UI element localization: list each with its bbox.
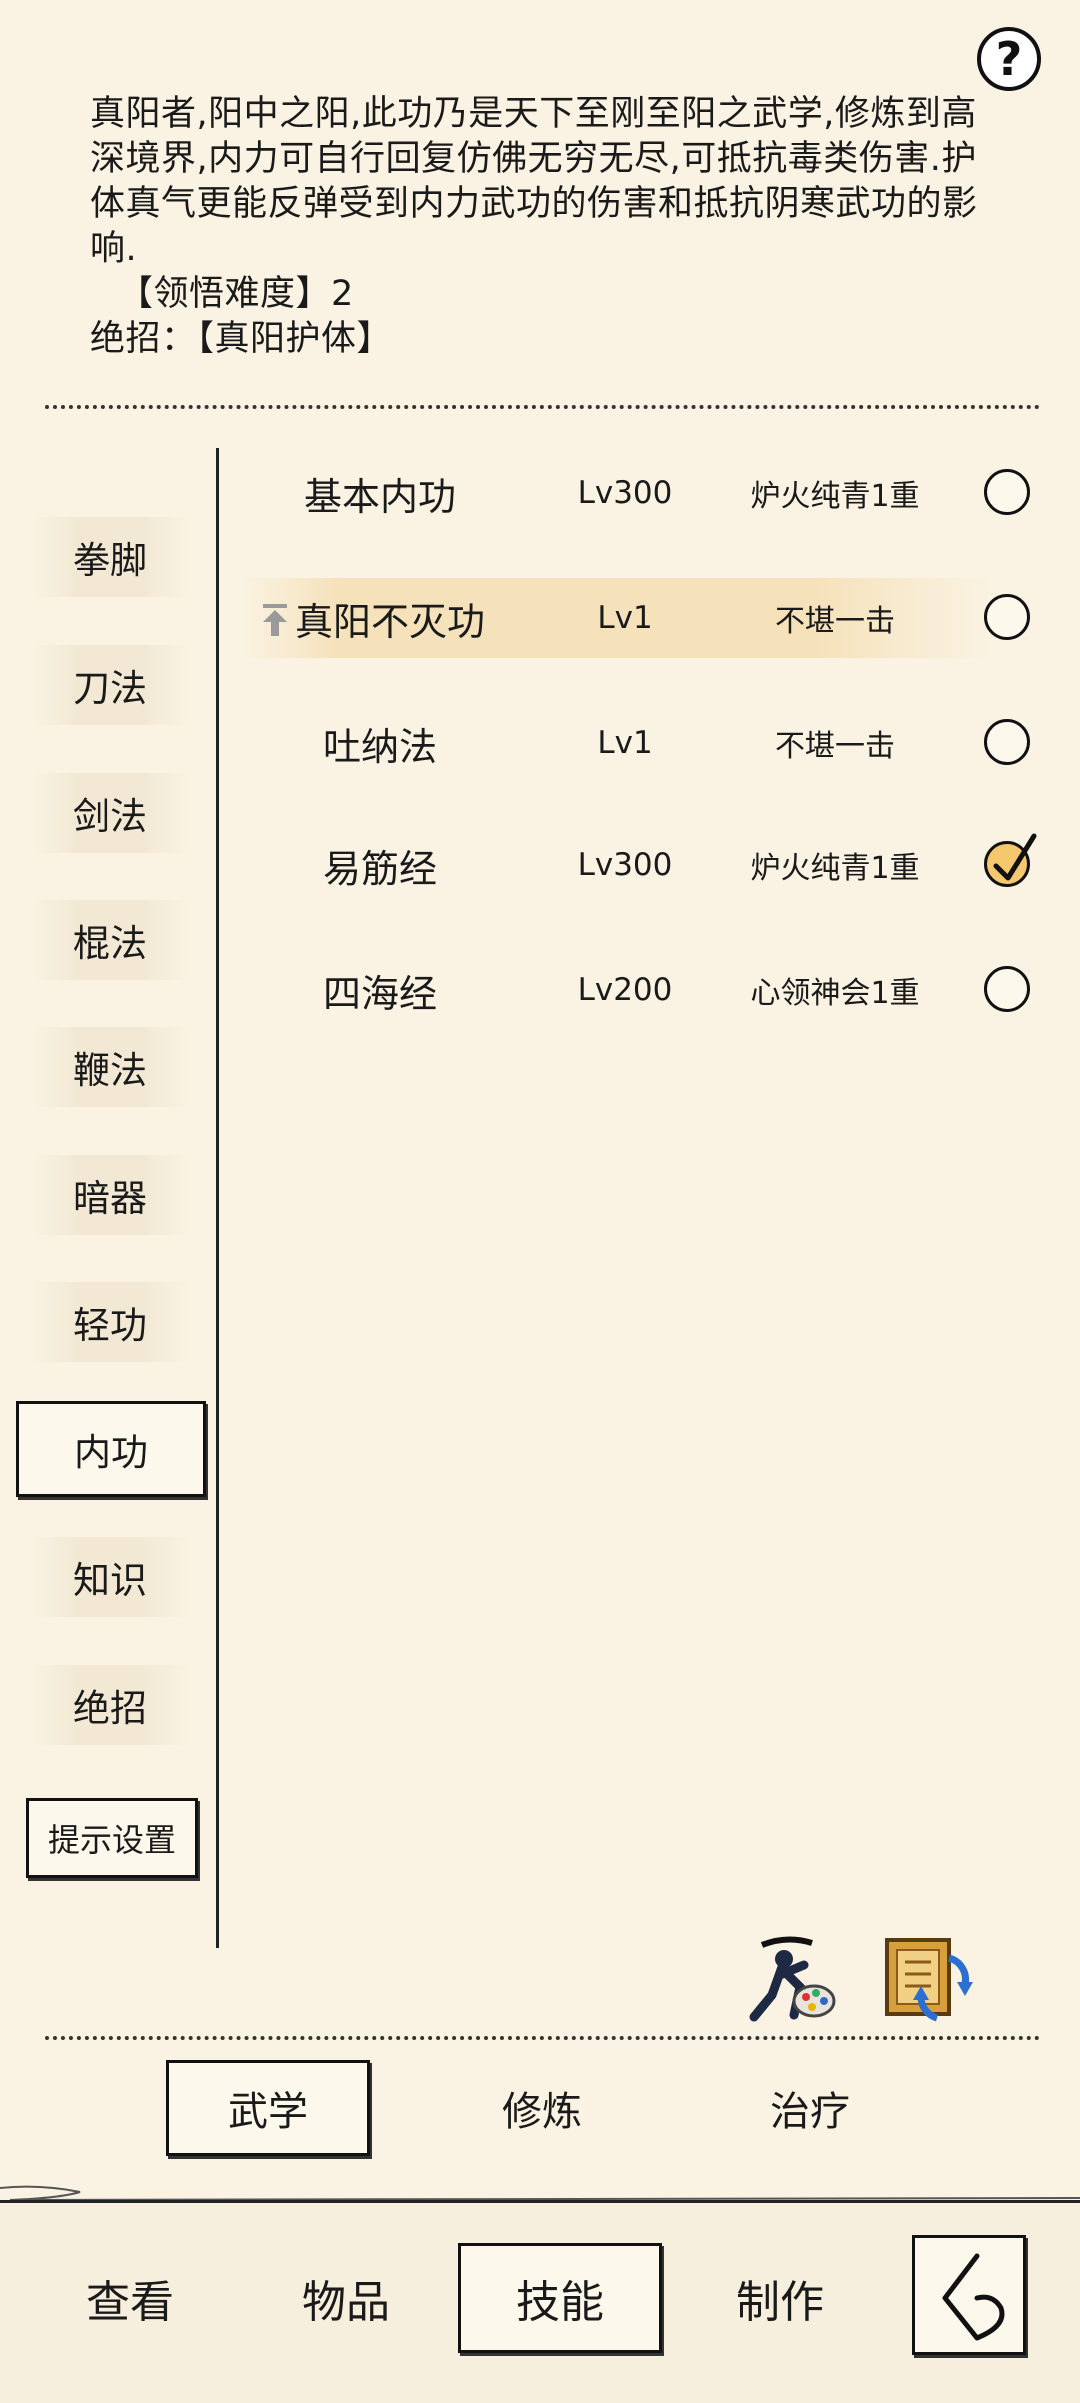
divider-top — [45, 405, 1040, 409]
skill-name: 吐纳法 — [322, 724, 437, 769]
skill-level: Lv1 — [597, 600, 653, 636]
category-quanjiao[interactable]: 拳脚 — [30, 517, 190, 597]
tab-label: 修炼 — [502, 2089, 582, 2135]
hint-settings-label: 提示设置 — [47, 1821, 176, 1859]
nav-skills[interactable]: 技能 — [458, 2243, 662, 2353]
category-bianfa[interactable]: 鞭法 — [30, 1027, 190, 1107]
tab-label: 治疗 — [770, 2089, 850, 2135]
category-jianfa[interactable]: 剑法 — [30, 773, 190, 853]
tab-xiulian[interactable]: 修炼 — [440, 2060, 644, 2156]
checkmark-icon — [993, 833, 1037, 881]
category-label: 轻功 — [73, 1304, 147, 1347]
nav-label: 制作 — [736, 2277, 824, 2328]
tab-wuxue[interactable]: 武学 — [166, 2060, 370, 2156]
nav-label: 查看 — [86, 2277, 174, 2328]
back-button[interactable] — [912, 2235, 1026, 2355]
category-gunfa[interactable]: 棍法 — [30, 900, 190, 980]
nav-label: 物品 — [302, 2277, 390, 2328]
category-zhishi[interactable]: 知识 — [30, 1537, 190, 1617]
warrior-palette-icon[interactable] — [742, 1925, 842, 2029]
skill-level: Lv300 — [577, 475, 673, 511]
hint-settings-button[interactable]: 提示设置 — [26, 1798, 198, 1878]
tab-label: 武学 — [228, 2089, 308, 2135]
skill-row[interactable]: 真阳不灭功 Lv1 不堪一击 — [240, 578, 1060, 658]
description-text: 真阳者,阳中之阳,此功乃是天下至刚至阳之武学,修炼到高深境界,内力可自行回复仿佛… — [90, 94, 978, 269]
special-move-text: 绝招：【真阳护体】 — [90, 319, 393, 359]
sidebar-divider — [216, 448, 219, 1948]
skill-row[interactable]: 易筋经 Lv300 炉火纯青1重 — [240, 825, 1060, 905]
skill-description: 真阳者,阳中之阳,此功乃是天下至刚至阳之武学,修炼到高深境界,内力可自行回复仿佛… — [90, 92, 990, 362]
skill-row[interactable]: 四海经 Lv200 心领神会1重 — [240, 950, 1060, 1030]
skill-name: 易筋经 — [322, 846, 437, 891]
category-label: 暗器 — [73, 1177, 147, 1220]
skill-row[interactable]: 基本内功 Lv300 炉火纯青1重 — [240, 453, 1060, 533]
help-button[interactable]: ? — [977, 27, 1041, 91]
category-juezhao[interactable]: 绝招 — [30, 1665, 190, 1745]
tab-zhiliao[interactable]: 治疗 — [708, 2060, 912, 2156]
skill-select-radio[interactable] — [984, 719, 1030, 765]
book-refresh-icon[interactable] — [877, 1928, 977, 2032]
category-label: 剑法 — [73, 795, 147, 838]
category-label: 知识 — [73, 1559, 147, 1602]
skill-select-radio[interactable] — [984, 966, 1030, 1012]
nav-craft[interactable]: 制作 — [700, 2243, 860, 2353]
category-daofa[interactable]: 刀法 — [30, 645, 190, 725]
skill-rank: 炉火纯青1重 — [750, 479, 920, 514]
skill-rank: 炉火纯青1重 — [750, 851, 920, 886]
skill-level: Lv1 — [597, 725, 653, 761]
skill-level: Lv300 — [577, 847, 673, 883]
skill-name: 基本内功 — [303, 474, 456, 519]
category-anqi[interactable]: 暗器 — [30, 1155, 190, 1235]
category-label: 鞭法 — [73, 1049, 147, 1092]
skill-level: Lv200 — [577, 972, 673, 1008]
skill-rank: 不堪一击 — [775, 604, 895, 639]
skill-name: 四海经 — [322, 971, 437, 1016]
divider-bottom — [45, 2036, 1040, 2040]
skill-select-radio[interactable] — [984, 594, 1030, 640]
back-arrow-icon — [942, 2253, 1005, 2341]
category-label: 绝招 — [73, 1687, 147, 1730]
question-icon: ? — [995, 32, 1023, 86]
skill-rank: 心领神会1重 — [750, 976, 920, 1011]
nav-items[interactable]: 物品 — [266, 2243, 426, 2353]
category-neigong[interactable]: 内功 — [16, 1401, 206, 1497]
skill-row[interactable]: 吐纳法 Lv1 不堪一击 — [240, 703, 1060, 783]
category-label: 刀法 — [73, 667, 147, 710]
category-label: 棍法 — [73, 922, 147, 965]
skill-select-radio[interactable] — [984, 469, 1030, 515]
category-label: 内功 — [74, 1431, 148, 1474]
category-qinggong[interactable]: 轻功 — [30, 1282, 190, 1362]
skill-name: 真阳不灭功 — [294, 599, 485, 644]
skill-select-radio[interactable] — [984, 833, 1037, 887]
skill-rank: 不堪一击 — [775, 729, 895, 764]
category-label: 拳脚 — [73, 539, 147, 582]
bottom-navigation: 查看 物品 技能 制作 — [0, 2200, 1080, 2403]
nav-label: 技能 — [516, 2277, 604, 2328]
nav-view[interactable]: 查看 — [50, 2243, 210, 2353]
difficulty-text: 【领悟难度】2 — [118, 274, 354, 314]
